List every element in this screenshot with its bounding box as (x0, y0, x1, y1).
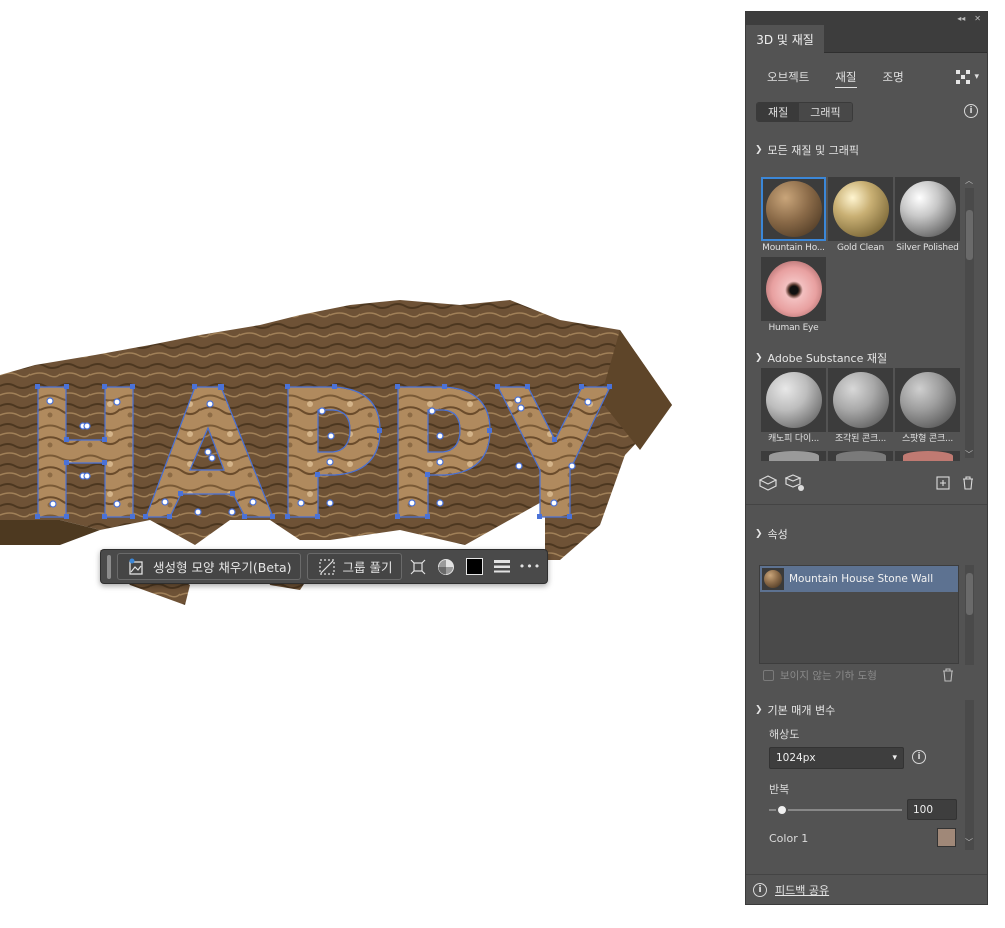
info-icon: i (753, 882, 767, 897)
chevron-down-icon: ❯ (755, 705, 763, 715)
color1-label: Color 1 (769, 832, 809, 845)
properties-title: 속성 (767, 528, 788, 541)
materials-grid: Mountain Ho... Gold Clean Silver Polishe… (761, 177, 960, 337)
hidden-geometry-label: 보이지 않는 기하 도형 (780, 670, 877, 682)
material-carved-concrete[interactable]: 조각된 콘크... (828, 368, 893, 448)
params-scrollbar[interactable] (965, 700, 974, 850)
delete-material-icon[interactable] (962, 476, 974, 493)
chevron-down-icon: ❯ (755, 529, 763, 539)
chevron-down-icon: ▾ (974, 72, 979, 82)
chevron-down-icon: ▾ (892, 753, 897, 763)
happy-3d-text-artwork[interactable] (0, 0, 745, 928)
collapse-panel-icon[interactable]: ◂◂ (957, 14, 965, 23)
repeat-label: 반복 (769, 783, 790, 796)
hidden-geometry-option: 보이지 않는 기하 도형 (763, 668, 877, 683)
panel-tab-bar: 3D 및 재질 (746, 25, 987, 53)
taskbar-grip-handle[interactable] (107, 554, 111, 579)
material-sphere-thumbnail (765, 261, 822, 317)
section-divider (746, 504, 987, 505)
material-gold-clean[interactable]: Gold Clean (828, 177, 893, 257)
generative-fill-label: 생성형 모양 채우기(Beta) (152, 560, 292, 575)
substance-materials-grid: 캐노피 다이... 조각된 콘크... 스팟형 콘크... (761, 368, 960, 448)
recolor-icon[interactable] (435, 556, 457, 578)
tab-lighting[interactable]: 조명 (883, 69, 904, 88)
repeat-slider-track[interactable] (769, 809, 902, 811)
contextual-task-bar: 생성형 모양 채우기(Beta) 그룹 풀기 ••• (100, 549, 548, 584)
panel-mode-tabs: 오브젝트 재질 조명 (767, 69, 904, 88)
tab-object[interactable]: 오브젝트 (767, 69, 809, 88)
basic-params-section-header[interactable]: ❯ 기본 매개 변수 (755, 702, 835, 718)
chevron-down-icon: ❯ (755, 145, 763, 155)
substance-section-header[interactable]: ❯ Adobe Substance 재질 (755, 350, 887, 366)
material-thumbnail (762, 568, 784, 590)
material-canopy[interactable]: 캐노피 다이... (761, 368, 826, 448)
apply-material-icon[interactable] (758, 475, 778, 494)
scroll-up-icon[interactable]: ︿ (965, 175, 973, 186)
fill-color-swatch-icon[interactable] (463, 556, 485, 578)
segment-graphic[interactable]: 그래픽 (799, 103, 852, 121)
partial-material-row (761, 451, 961, 461)
material-sphere-thumbnail (899, 372, 956, 428)
color1-swatch[interactable] (937, 828, 956, 847)
basic-params-title: 기본 매개 변수 (767, 704, 836, 717)
material-sphere-thumbnail (765, 181, 822, 237)
close-panel-icon[interactable]: ✕ (974, 14, 981, 23)
info-icon[interactable]: i (964, 104, 978, 118)
stroke-weight-icon[interactable] (491, 556, 513, 578)
material-library-icon[interactable] (784, 474, 805, 495)
material-sphere-thumbnail (899, 181, 956, 237)
material-sphere-thumbnail (832, 181, 889, 237)
hidden-geometry-checkbox[interactable] (763, 670, 774, 681)
resolution-label: 해상도 (769, 728, 800, 741)
delete-geometry-icon[interactable] (942, 668, 954, 685)
properties-scrollbar[interactable] (965, 565, 974, 665)
material-mountain-house[interactable]: Mountain Ho... (761, 177, 826, 257)
applied-material-name: Mountain House Stone Wall (789, 573, 934, 585)
panel-tab-3d-materials[interactable]: 3D 및 재질 (746, 25, 824, 53)
artboard-canvas[interactable]: 생성형 모양 채우기(Beta) 그룹 풀기 ••• (0, 0, 745, 928)
material-sphere-thumbnail (765, 372, 822, 428)
substance-title: Adobe Substance 재질 (767, 352, 888, 365)
app-root: 생성형 모양 채우기(Beta) 그룹 풀기 ••• ◂◂ ✕ 3D 및 재질 … (0, 0, 1005, 928)
material-silver-polished[interactable]: Silver Polished (895, 177, 960, 257)
ungroup-button[interactable]: 그룹 풀기 (306, 553, 402, 580)
transform-icon[interactable] (408, 556, 430, 578)
tab-material[interactable]: 재질 (835, 69, 857, 88)
share-feedback-link[interactable]: 피드백 공유 (775, 882, 829, 898)
material-actions-row (758, 474, 974, 495)
resolution-select[interactable]: 1024px ▾ (769, 747, 904, 769)
scroll-down-icon[interactable]: ﹀ (965, 837, 973, 848)
properties-section-header[interactable]: ❯ 속성 (755, 526, 788, 542)
segment-material[interactable]: 재질 (757, 103, 800, 121)
all-materials-section-header[interactable]: ❯ 모든 재질 및 그래픽 (755, 142, 859, 158)
materials-scrollbar[interactable] (965, 188, 974, 458)
render-settings-dropdown[interactable]: ▾ (956, 70, 979, 84)
3d-materials-panel: ◂◂ ✕ 3D 및 재질 오브젝트 재질 조명 ▾ 재질 그래픽 i ❯ 모든 … (745, 11, 988, 905)
applied-materials-list: Mountain House Stone Wall (759, 565, 959, 664)
render-grid-icon (956, 70, 971, 84)
scroll-down-icon[interactable]: ﹀ (965, 449, 973, 460)
material-sphere-thumbnail (832, 372, 889, 428)
resolution-value: 1024px (776, 752, 816, 764)
generative-shape-fill-button[interactable]: 생성형 모양 채우기(Beta) (116, 553, 301, 580)
repeat-slider-knob[interactable] (776, 804, 789, 816)
generative-fill-icon (126, 556, 148, 578)
panel-title-strip: ◂◂ ✕ (746, 12, 987, 25)
ungroup-label: 그룹 풀기 (342, 560, 393, 575)
material-graphic-toggle: 재질 그래픽 (756, 102, 853, 122)
resolution-info-icon[interactable]: i (912, 750, 926, 764)
add-material-icon[interactable] (936, 476, 950, 493)
material-human-eye[interactable]: Human Eye (761, 257, 826, 337)
all-materials-title: 모든 재질 및 그래픽 (767, 144, 859, 157)
panel-footer: i 피드백 공유 (746, 874, 987, 904)
more-options-icon[interactable]: ••• (519, 556, 541, 578)
repeat-input[interactable]: 100 (907, 799, 957, 820)
chevron-down-icon: ❯ (755, 353, 763, 363)
ungroup-icon (316, 556, 338, 578)
material-spot-concrete[interactable]: 스팟형 콘크... (895, 368, 960, 448)
applied-material-row[interactable]: Mountain House Stone Wall (760, 566, 958, 592)
